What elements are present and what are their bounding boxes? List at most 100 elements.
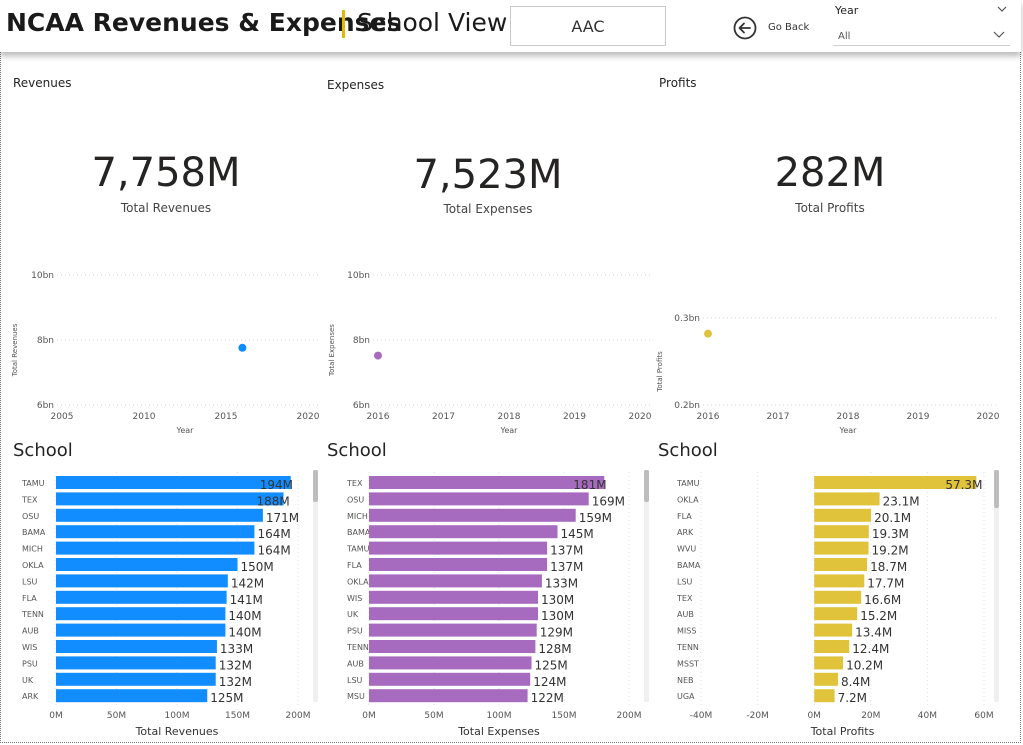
data-label: 164M xyxy=(257,544,290,558)
category-label: FLA xyxy=(677,512,692,521)
bar xyxy=(369,623,537,637)
chevron-down-icon[interactable] xyxy=(993,30,1005,38)
x-axis-title: Total Profits xyxy=(810,725,875,738)
bar xyxy=(56,574,228,588)
conference-card: AAC xyxy=(510,6,666,46)
category-label: AUB xyxy=(22,627,39,636)
y-tick-label: 6bn xyxy=(37,401,54,411)
revenues-trend-chart: 6bn 8bn 10bn 2005 2010 2015 2020 Year Total Reve… xyxy=(11,271,320,435)
profits-section-label: Profits xyxy=(659,76,697,90)
bar xyxy=(369,492,589,506)
category-label: MISS xyxy=(677,627,696,636)
x-tick-label: -20M xyxy=(746,711,768,721)
x-tick-label: 40M xyxy=(918,711,937,721)
bar xyxy=(56,656,216,670)
y-tick-label: 8bn xyxy=(37,336,54,346)
category-label: OSU xyxy=(347,495,364,504)
category-label: TENN xyxy=(676,643,699,652)
data-label: 15.2M xyxy=(860,609,897,623)
x-tick-label: 100M xyxy=(487,711,512,721)
category-label: OKLA xyxy=(677,495,699,504)
title-separator xyxy=(342,10,345,38)
data-label: 133M xyxy=(545,576,578,590)
category-label: BAMA xyxy=(677,561,701,570)
expenses-by-school-chart: 0M 50M 100M 150M 200M Total Expenses TEX 181M OS… xyxy=(346,470,649,738)
category-label: AUB xyxy=(677,610,694,619)
bar xyxy=(56,623,226,637)
x-tick-label: 2018 xyxy=(837,412,860,422)
category-label: BAMA xyxy=(22,528,46,537)
bar xyxy=(814,640,850,653)
x-axis-title: Year xyxy=(839,426,858,435)
x-tick-label: 2017 xyxy=(432,412,455,422)
bar xyxy=(814,558,868,571)
scrollbar-track xyxy=(644,470,649,702)
data-label: 130M xyxy=(541,609,574,623)
y-tick-label: 10bn xyxy=(347,271,370,281)
category-label: TAMU xyxy=(346,545,370,554)
x-tick-label: 100M xyxy=(165,711,190,721)
expenses-section-label: Expenses xyxy=(327,78,385,92)
x-tick-label: 2019 xyxy=(563,412,586,422)
data-label: 130M xyxy=(541,593,574,607)
category-label: TEX xyxy=(676,594,693,603)
category-label: FLA xyxy=(347,561,362,570)
bar xyxy=(814,672,838,686)
category-label: OKLA xyxy=(347,577,369,586)
data-label: 19.2M xyxy=(872,544,909,558)
category-label: MSU xyxy=(347,692,365,701)
x-tick-label: 150M xyxy=(552,711,577,721)
y-tick-label: 0.2bn xyxy=(674,401,700,411)
x-tick-label: 2020 xyxy=(629,412,652,422)
year-slicer-value: All xyxy=(838,31,851,42)
x-tick-label: 50M xyxy=(424,711,443,721)
y-axis-title: Total Expenses xyxy=(328,324,336,377)
category-label: AUB xyxy=(347,659,364,668)
arrow-left-circle-icon[interactable] xyxy=(733,16,757,40)
bar xyxy=(56,558,238,571)
bar xyxy=(814,656,844,670)
x-tick-label: 2020 xyxy=(977,412,1000,422)
revenues-by-school-chart: 0M 50M 100M 150M 200M Total Revenues TAMU 194M T… xyxy=(21,470,318,738)
data-label: 140M xyxy=(228,626,261,640)
kpi-profits-label: Total Profits xyxy=(795,201,865,215)
category-label: TAMU xyxy=(676,479,700,488)
data-point xyxy=(238,343,247,352)
data-label: 17.7M xyxy=(867,576,904,590)
bar xyxy=(369,607,538,621)
scrollbar-track xyxy=(313,470,318,702)
bar xyxy=(56,508,263,522)
category-label: LSU xyxy=(347,676,363,685)
x-tick-label: 2016 xyxy=(367,412,390,422)
category-label: TAMU xyxy=(21,479,45,488)
y-axis-title: Total Profits xyxy=(656,351,664,393)
category-label: UK xyxy=(22,676,34,685)
chevron-down-icon[interactable] xyxy=(997,5,1007,13)
bar xyxy=(369,689,528,703)
category-label: PSU xyxy=(22,659,38,668)
data-label: 169M xyxy=(592,494,625,508)
bar xyxy=(814,607,858,621)
profits-trend-chart: 0.2bn 0.3bn 2016 2017 2018 2019 2020 Year Total … xyxy=(656,314,1000,435)
category-label: FLA xyxy=(22,594,37,603)
year-slicer-dropdown[interactable]: All xyxy=(833,26,1010,46)
x-tick-label: 2016 xyxy=(697,412,720,422)
year-slicer-title: Year xyxy=(835,4,859,17)
x-tick-label: 2020 xyxy=(297,412,320,422)
bar xyxy=(56,607,226,621)
bar xyxy=(369,640,536,653)
data-point xyxy=(374,351,382,360)
category-label: TENN xyxy=(346,643,369,652)
category-label: MSST xyxy=(677,659,699,668)
expenses-school-title: School xyxy=(327,440,387,461)
x-axis-title: Year xyxy=(500,426,519,435)
scrollbar-thumb xyxy=(644,470,649,502)
go-back-button[interactable]: Go Back xyxy=(768,22,809,33)
category-label: BAMA xyxy=(347,528,371,537)
y-tick-label: 0.3bn xyxy=(674,314,700,324)
data-label: 125M xyxy=(210,691,243,705)
x-tick-label: 2005 xyxy=(51,412,74,422)
x-tick-label: 2017 xyxy=(767,412,790,422)
category-label: WIS xyxy=(22,643,37,652)
bar xyxy=(369,476,605,489)
